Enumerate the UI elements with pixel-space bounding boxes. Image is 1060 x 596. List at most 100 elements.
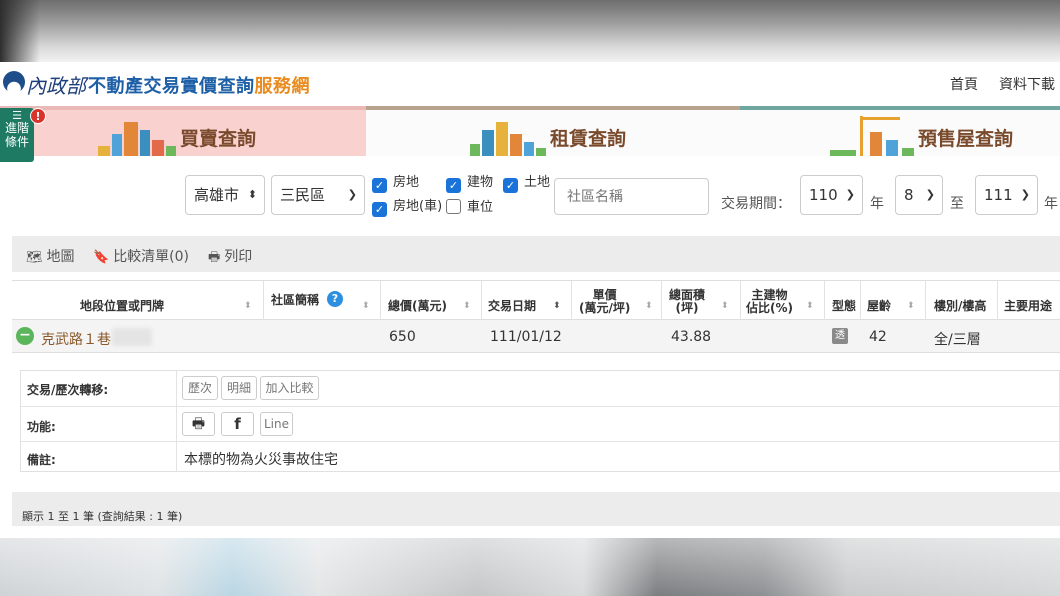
advanced-label-2: 條件	[4, 135, 29, 149]
checkbox-label: 房地(車)	[393, 199, 443, 214]
add-compare-button[interactable]: 加入比較	[260, 376, 319, 400]
community-name-input[interactable]	[554, 178, 709, 215]
nav-download-link[interactable]: 資料下載	[999, 74, 1055, 94]
from-month-value: 8	[904, 186, 914, 204]
print-share-button[interactable]: 🖶	[182, 412, 215, 436]
compare-label: 比較清單(0)	[113, 249, 190, 265]
details-button[interactable]: 明細	[221, 376, 257, 400]
chevron-down-icon: ❯	[845, 188, 855, 201]
building-type-icon: 透	[832, 328, 848, 344]
checkbox-checked-icon: ✓	[446, 178, 461, 193]
checkbox-building[interactable]: ✓ 建物	[446, 175, 493, 193]
site-title[interactable]: 不動產交易實價查詢服務網	[88, 72, 310, 98]
print-icon: 🖶	[208, 250, 221, 265]
sort-icon[interactable]: ⬍	[721, 301, 729, 311]
sort-icon[interactable]: ⬍	[244, 301, 252, 311]
col-header-area[interactable]: 總面積 (坪)	[669, 289, 705, 315]
facebook-icon: f	[234, 415, 241, 433]
checkbox-checked-icon: ✓	[503, 178, 518, 193]
presale-crane-illustration-icon	[830, 114, 916, 156]
results-summary: 顯示 1 至 1 筆 (查詢結果 : 1 筆)	[22, 510, 183, 523]
row-area: 43.88	[671, 329, 712, 345]
alert-badge-icon: !	[30, 108, 46, 124]
col-header-unit-price[interactable]: 單價 (萬元/坪)	[579, 289, 630, 315]
district-select-value: 三民區	[280, 186, 326, 204]
row-date: 111/01/12	[490, 329, 562, 345]
col-header-type[interactable]: 型態	[832, 300, 856, 313]
checkbox-land-building-parking[interactable]: ✓ 房地(車)	[372, 199, 442, 217]
checkbox-label: 土地	[524, 175, 551, 190]
checkbox-unchecked-icon	[446, 199, 461, 214]
map-label: 地圖	[46, 249, 75, 265]
to-year-value: 111	[984, 186, 1013, 204]
city-select-value: 高雄市	[194, 186, 240, 204]
sort-icon[interactable]: ⬍	[362, 301, 370, 311]
sort-icon[interactable]: ⬍	[645, 301, 653, 311]
print-button[interactable]: 🖶 列印	[208, 246, 252, 270]
sort-icon[interactable]: ⬍	[806, 301, 814, 311]
checkbox-label: 建物	[467, 175, 494, 190]
district-select[interactable]: 三民區 ❯	[271, 175, 365, 215]
collapse-row-icon[interactable]: −	[16, 327, 34, 345]
col-header-usage[interactable]: 主要用途	[1004, 300, 1052, 313]
ministry-logo-icon[interactable]	[3, 71, 25, 93]
rent-city-illustration-icon	[470, 118, 548, 156]
sort-icon[interactable]: ⬍	[463, 301, 471, 311]
chevron-down-icon: ❯	[925, 188, 935, 201]
sale-city-illustration-icon	[98, 118, 178, 156]
checkbox-label: 車位	[467, 200, 494, 215]
nav-home-link[interactable]: 首頁	[950, 74, 978, 94]
facebook-share-button[interactable]: f	[221, 412, 254, 436]
checkbox-checked-icon: ✓	[372, 202, 387, 217]
ministry-logo-text[interactable]: 內政部	[26, 70, 86, 99]
to-label: 至	[950, 196, 964, 212]
row-total-price: 650	[389, 329, 416, 345]
checkbox-parking[interactable]: 車位	[446, 199, 493, 216]
history-label: 交易/歷次轉移:	[27, 383, 109, 397]
print-icon: 🖶	[191, 416, 206, 432]
bookmark-icon: 🔖	[93, 250, 110, 265]
row-address[interactable]: 克武路１巷	[41, 329, 111, 349]
print-label: 列印	[224, 249, 253, 265]
redacted-house-number	[112, 328, 152, 346]
year-unit-label: 年	[870, 196, 884, 212]
sort-active-icon[interactable]: ⬍	[553, 301, 561, 311]
from-month-select[interactable]: 8 ❯	[895, 175, 943, 215]
detail-column-divider	[176, 370, 177, 472]
from-year-select[interactable]: 110 ❯	[800, 175, 863, 215]
function-label: 功能:	[27, 420, 56, 434]
col-header-total-price[interactable]: 總價(萬元)	[388, 300, 447, 313]
checkbox-checked-icon: ✓	[372, 178, 387, 193]
site-title-main: 不動產交易實價查詢	[88, 76, 255, 97]
tab-rent-label: 租賃查詢	[550, 128, 627, 150]
period-label: 交易期間：	[721, 196, 791, 212]
sort-icon[interactable]: ⬍	[907, 301, 915, 311]
line-share-button[interactable]: Line	[260, 412, 293, 436]
help-icon[interactable]: ?	[327, 291, 343, 307]
to-year-unit-label: 年	[1044, 196, 1058, 212]
photo-frame-top	[0, 0, 1060, 62]
advanced-filter-button[interactable]: ☰ 進階 條件	[0, 108, 34, 162]
checkbox-label: 房地	[393, 175, 420, 190]
to-year-select[interactable]: 111 ❯	[975, 175, 1038, 215]
tab-presale-label: 預售屋查詢	[918, 128, 1014, 150]
from-year-value: 110	[809, 186, 838, 204]
tab-sale-label: 買賣查詢	[180, 128, 257, 150]
city-select[interactable]: 高雄市 ⬍	[185, 175, 265, 215]
col-header-floor[interactable]: 樓別/樓高	[934, 300, 986, 313]
col-header-date[interactable]: 交易日期	[488, 300, 536, 313]
col-header-address[interactable]: 地段位置或門牌	[80, 300, 164, 313]
checkbox-land[interactable]: ✓ 土地	[503, 175, 550, 193]
sliders-icon: ☰	[12, 109, 22, 122]
col-header-community[interactable]: 社區簡稱	[271, 294, 319, 307]
row-age: 42	[869, 329, 887, 345]
chevron-down-icon: ❯	[1020, 188, 1030, 201]
chevron-down-icon: ❯	[347, 188, 357, 201]
history-button[interactable]: 歷次	[182, 376, 218, 400]
col-header-age[interactable]: 屋齡	[867, 300, 891, 313]
note-label: 備註:	[27, 453, 56, 467]
compare-list-button[interactable]: 🔖 比較清單(0)	[93, 246, 189, 266]
map-button[interactable]: 🗺 地圖	[26, 246, 75, 266]
checkbox-land-building[interactable]: ✓ 房地	[372, 175, 419, 193]
col-header-main-ratio[interactable]: 主建物 佔比(%)	[746, 289, 793, 315]
